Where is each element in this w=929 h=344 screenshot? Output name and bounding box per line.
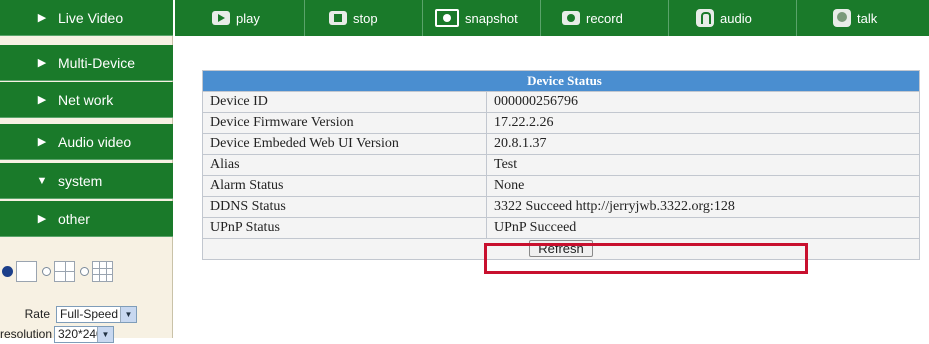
sidebar-item-system[interactable]: ▼ system <box>0 163 173 199</box>
resolution-select[interactable]: 320*240 ▼ <box>54 325 114 343</box>
refresh-button[interactable]: Refresh <box>529 240 593 257</box>
arrow-right-icon: ▶ <box>37 94 47 106</box>
chevron-down-icon: ▼ <box>120 306 136 322</box>
chevron-down-icon: ▼ <box>97 326 113 342</box>
record-icon <box>562 11 580 25</box>
talk-button[interactable]: talk <box>797 0 929 36</box>
sidebar-item-live-video[interactable]: ▶ Live Video <box>0 0 173 36</box>
arrow-right-icon: ▶ <box>37 136 47 148</box>
layout-4-radio[interactable] <box>42 266 51 276</box>
audio-icon <box>696 9 714 27</box>
refresh-cell: Refresh <box>202 238 920 260</box>
device-status-table: Device Status Device ID 000000256796 Dev… <box>202 70 920 260</box>
talk-label: talk <box>857 10 878 26</box>
sidebar-item-label: Live Video <box>58 9 124 26</box>
table-title: Device Status <box>202 70 920 92</box>
table-row: Alarm Status None <box>202 175 920 197</box>
ddns-status-value: 3322 Succeed http://jerryjwb.3322.org:12… <box>486 196 920 218</box>
play-icon <box>212 11 230 25</box>
nine-view-icon[interactable] <box>92 260 113 282</box>
snapshot-label: snapshot <box>465 10 518 26</box>
stop-label: stop <box>353 10 378 26</box>
layout-selector <box>0 256 173 286</box>
arrow-right-icon: ▶ <box>37 213 47 225</box>
camera-icon <box>435 9 459 27</box>
row-value: 17.22.2.26 <box>486 112 920 134</box>
audio-button[interactable]: audio <box>669 0 797 36</box>
row-value: 000000256796 <box>486 91 920 113</box>
snapshot-button[interactable]: snapshot <box>423 0 541 36</box>
table-row: DDNS Status 3322 Succeed http://jerryjwb… <box>202 196 920 218</box>
row-label: UPnP Status <box>202 217 487 239</box>
row-value: None <box>486 175 920 197</box>
quad-view-icon[interactable] <box>54 260 75 282</box>
stop-icon <box>329 11 347 25</box>
table-row: UPnP Status UPnP Succeed <box>202 217 920 239</box>
toolbar: play stop snapshot record audio talk <box>175 0 929 36</box>
play-label: play <box>236 10 260 26</box>
table-row: Device Embeded Web UI Version 20.8.1.37 <box>202 133 920 155</box>
rate-label: Rate <box>24 307 50 321</box>
rate-row: Rate Full-Speed ▼ <box>0 304 173 324</box>
sidebar-item-label: system <box>58 172 103 189</box>
row-value: 20.8.1.37 <box>486 133 920 155</box>
talk-icon <box>833 9 851 27</box>
table-row: Alias Test <box>202 154 920 176</box>
rate-select[interactable]: Full-Speed ▼ <box>56 305 137 323</box>
arrow-right-icon: ▶ <box>37 12 47 24</box>
sidebar-item-label: Audio video <box>58 133 132 150</box>
sidebar-item-multi-device[interactable]: ▶ Multi-Device <box>0 45 173 81</box>
resolution-row: resolution 320*240 ▼ <box>0 324 173 344</box>
record-button[interactable]: record <box>541 0 669 36</box>
row-label: Device Embeded Web UI Version <box>202 133 487 155</box>
record-label: record <box>586 10 623 26</box>
sidebar-item-label: other <box>58 210 90 227</box>
sidebar-item-audio-video[interactable]: ▶ Audio video <box>0 124 173 160</box>
arrow-right-icon: ▶ <box>37 57 47 69</box>
stop-button[interactable]: stop <box>305 0 423 36</box>
row-label: Alarm Status <box>202 175 487 197</box>
rate-value: Full-Speed <box>60 307 119 321</box>
row-label: Device Firmware Version <box>202 112 487 134</box>
single-view-icon[interactable] <box>16 260 37 282</box>
row-value: Test <box>486 154 920 176</box>
resolution-label: resolution <box>0 327 53 341</box>
table-row: Device ID 000000256796 <box>202 91 920 113</box>
row-value: UPnP Succeed <box>486 217 920 239</box>
row-label: DDNS Status <box>202 196 487 218</box>
table-row: Refresh <box>202 238 920 260</box>
layout-1-radio[interactable] <box>2 265 13 277</box>
row-label: Device ID <box>202 91 487 113</box>
play-button[interactable]: play <box>175 0 305 36</box>
sidebar-item-other[interactable]: ▶ other <box>0 201 173 237</box>
sidebar-item-label: Net work <box>58 91 114 108</box>
audio-label: audio <box>720 10 752 26</box>
arrow-down-icon: ▼ <box>36 174 48 187</box>
row-label: Alias <box>202 154 487 176</box>
sidebar: ▶ Live Video ▶ Multi-Device ▶ Net work ▶… <box>0 0 173 343</box>
table-row: Device Firmware Version 17.22.2.26 <box>202 112 920 134</box>
sidebar-item-network[interactable]: ▶ Net work <box>0 82 173 118</box>
sidebar-item-label: Multi-Device <box>58 54 136 71</box>
layout-9-radio[interactable] <box>80 266 89 276</box>
resolution-value: 320*240 <box>58 327 103 341</box>
